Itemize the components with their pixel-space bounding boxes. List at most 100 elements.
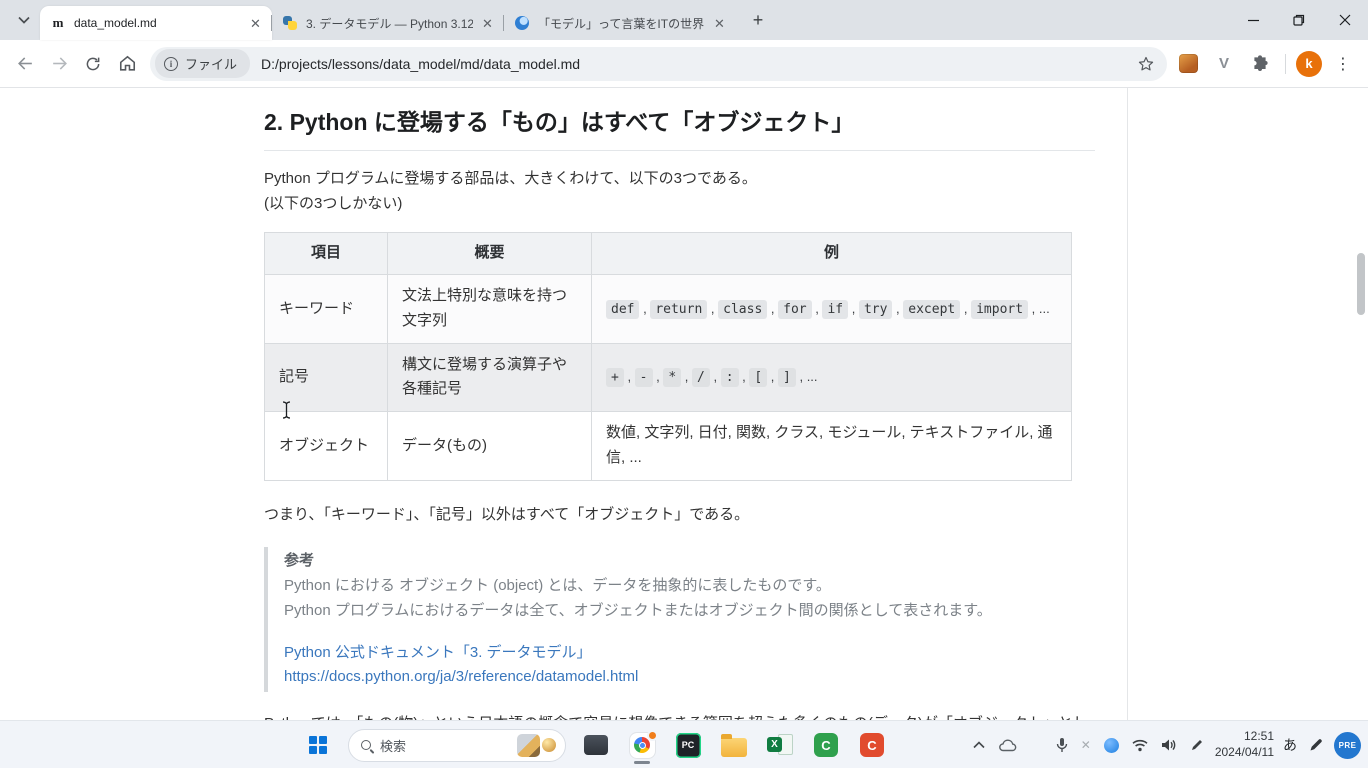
python-docs-url-link[interactable]: https://docs.python.org/ja/3/reference/d…: [284, 665, 1095, 690]
chrome-icon: [630, 733, 655, 758]
forward-button[interactable]: [42, 47, 76, 81]
cell-examples: def , return , class , for , if , try , …: [592, 275, 1072, 344]
start-button[interactable]: [298, 725, 338, 765]
taskbar-search-box[interactable]: 検索: [348, 729, 566, 762]
toolbar-right-tools: V k ⋮: [1173, 49, 1360, 79]
tab-title: 「モデル」って言葉をITの世界でよく: [538, 15, 705, 32]
profile-avatar[interactable]: k: [1296, 51, 1322, 77]
code-chip: -: [635, 368, 653, 387]
chip-separator: ,: [653, 369, 664, 384]
colorful-app-tray-icon[interactable]: [1028, 737, 1045, 754]
extension-orange-icon[interactable]: [1173, 49, 1203, 79]
chip-separator: ,: [639, 301, 650, 316]
intro-line-1: Python プログラムに登場する部品は、大きくわけて、以下の3つである。: [264, 167, 1095, 192]
taskbar-app-c-red[interactable]: C: [852, 725, 892, 765]
tray-x-icon[interactable]: ✕: [1079, 736, 1093, 754]
chip-separator: ,: [812, 301, 823, 316]
search-highlight-badge-icon[interactable]: [542, 738, 556, 752]
chip-separator: ,: [739, 369, 750, 384]
reference-line-1: Python における オブジェクト (object) とは、データを抽象的に表…: [284, 574, 1095, 599]
tab-title: 3. データモデル — Python 3.12.3 |: [306, 15, 473, 32]
tab-title: data_model.md: [74, 16, 241, 30]
close-tab-icon[interactable]: ✕: [711, 15, 728, 32]
reload-button[interactable]: [76, 47, 110, 81]
extensions-puzzle-icon[interactable]: [1245, 49, 1275, 79]
address-bar[interactable]: i ファイル D:/projects/lessons/data_model/md…: [150, 47, 1167, 81]
site-favicon-blue-icon: [514, 15, 530, 31]
url-scheme-chip[interactable]: i ファイル: [155, 49, 250, 78]
chip-separator: , ...: [796, 369, 818, 384]
tray-clock[interactable]: 12:51 2024/04/11: [1215, 729, 1274, 760]
folder-icon: [721, 738, 747, 757]
taskbar-app-explorer[interactable]: [576, 725, 616, 765]
page-scrollbar[interactable]: [1355, 88, 1367, 720]
onedrive-cloud-icon[interactable]: [996, 737, 1019, 754]
tab-separator: [271, 15, 272, 31]
scrollbar-thumb[interactable]: [1357, 253, 1365, 315]
stylus-icon[interactable]: [1306, 736, 1325, 755]
home-button[interactable]: [110, 47, 144, 81]
close-tab-icon[interactable]: ✕: [479, 15, 496, 32]
code-chip: ]: [778, 368, 796, 387]
taskbar-app-excel[interactable]: X: [760, 725, 800, 765]
minimize-button[interactable]: [1230, 0, 1276, 40]
chip-separator: ,: [681, 369, 692, 384]
chip-separator: ,: [624, 369, 635, 384]
tray-chevron-up-icon[interactable]: [971, 739, 987, 751]
tab-separator: [503, 15, 504, 31]
toolbar-separator: [1285, 54, 1286, 74]
cell-desc: 文法上特別な意味を持つ文字列: [388, 275, 592, 344]
scheme-chip-label: ファイル: [185, 54, 237, 73]
tab-search-chevron-icon[interactable]: [10, 6, 38, 34]
code-chip: if: [822, 300, 848, 319]
extension-v-icon[interactable]: V: [1209, 49, 1239, 79]
code-chip: except: [903, 300, 960, 319]
chrome-profile-badge: [647, 730, 658, 741]
col-header-example: 例: [592, 233, 1072, 275]
tab-model-article[interactable]: 「モデル」って言葉をITの世界でよく ✕: [504, 6, 736, 40]
explorer-icon: [584, 735, 608, 755]
back-button[interactable]: [8, 47, 42, 81]
bookmark-star-icon[interactable]: [1137, 55, 1155, 73]
search-highlight-image-icon[interactable]: [517, 734, 540, 757]
url-text[interactable]: D:/projects/lessons/data_model/md/data_m…: [261, 56, 1137, 72]
markdown-file-icon: m: [50, 15, 66, 31]
table-row-object: オブジェクト データ(もの) 数値, 文字列, 日付, 関数, クラス, モジュ…: [265, 412, 1072, 481]
chip-separator: , ...: [1028, 301, 1050, 316]
taskbar-app-pycharm[interactable]: PC: [668, 725, 708, 765]
close-window-button[interactable]: [1322, 0, 1368, 40]
code-chip: def: [606, 300, 639, 319]
tray-time: 12:51: [1215, 729, 1274, 745]
taskbar-app-folder[interactable]: [714, 725, 754, 765]
code-chip: *: [663, 368, 681, 387]
col-header-overview: 概要: [388, 233, 592, 275]
intro-line-2: (以下の3つしかない): [264, 192, 1095, 217]
chip-separator: ,: [710, 369, 721, 384]
search-label: 検索: [380, 736, 517, 755]
pen-input-icon[interactable]: [1188, 736, 1206, 754]
python-docs-link[interactable]: Python 公式ドキュメント「3. データモデル」: [284, 641, 1095, 666]
section-heading: 2. Python に登場する「もの」はすべて「オブジェクト」: [264, 108, 1095, 151]
closing-paragraph: Pythonでは、「もの(物)」という日本語の概念で容易に想像できる範囲を超えた…: [264, 712, 1089, 720]
cell-item: キーワード: [265, 275, 388, 344]
col-header-item: 項目: [265, 233, 388, 275]
tab-data-model[interactable]: m data_model.md ✕: [40, 6, 272, 40]
restore-button[interactable]: [1276, 0, 1322, 40]
active-app-indicator: [634, 761, 650, 764]
pre-badge[interactable]: PRE: [1334, 732, 1361, 759]
blue-orb-tray-icon[interactable]: [1102, 736, 1121, 755]
volume-icon[interactable]: [1159, 736, 1179, 754]
chrome-menu-kebab-icon[interactable]: ⋮: [1328, 49, 1358, 79]
close-tab-icon[interactable]: ✕: [247, 15, 264, 32]
microphone-icon[interactable]: [1054, 735, 1070, 755]
taskbar-app-c-green[interactable]: C: [806, 725, 846, 765]
system-tray: ✕ 12:51 2024/04/11 あ PRE: [971, 721, 1363, 768]
pycharm-icon: PC: [676, 733, 701, 758]
tab-python-docs[interactable]: 3. データモデル — Python 3.12.3 | ✕: [272, 6, 504, 40]
browser-toolbar: i ファイル D:/projects/lessons/data_model/md…: [0, 40, 1368, 88]
taskbar-app-chrome[interactable]: [622, 725, 662, 765]
ime-indicator[interactable]: あ: [1283, 735, 1297, 755]
excel-icon: X: [767, 733, 793, 757]
new-tab-button[interactable]: +: [744, 6, 772, 34]
wifi-icon[interactable]: [1130, 737, 1150, 754]
